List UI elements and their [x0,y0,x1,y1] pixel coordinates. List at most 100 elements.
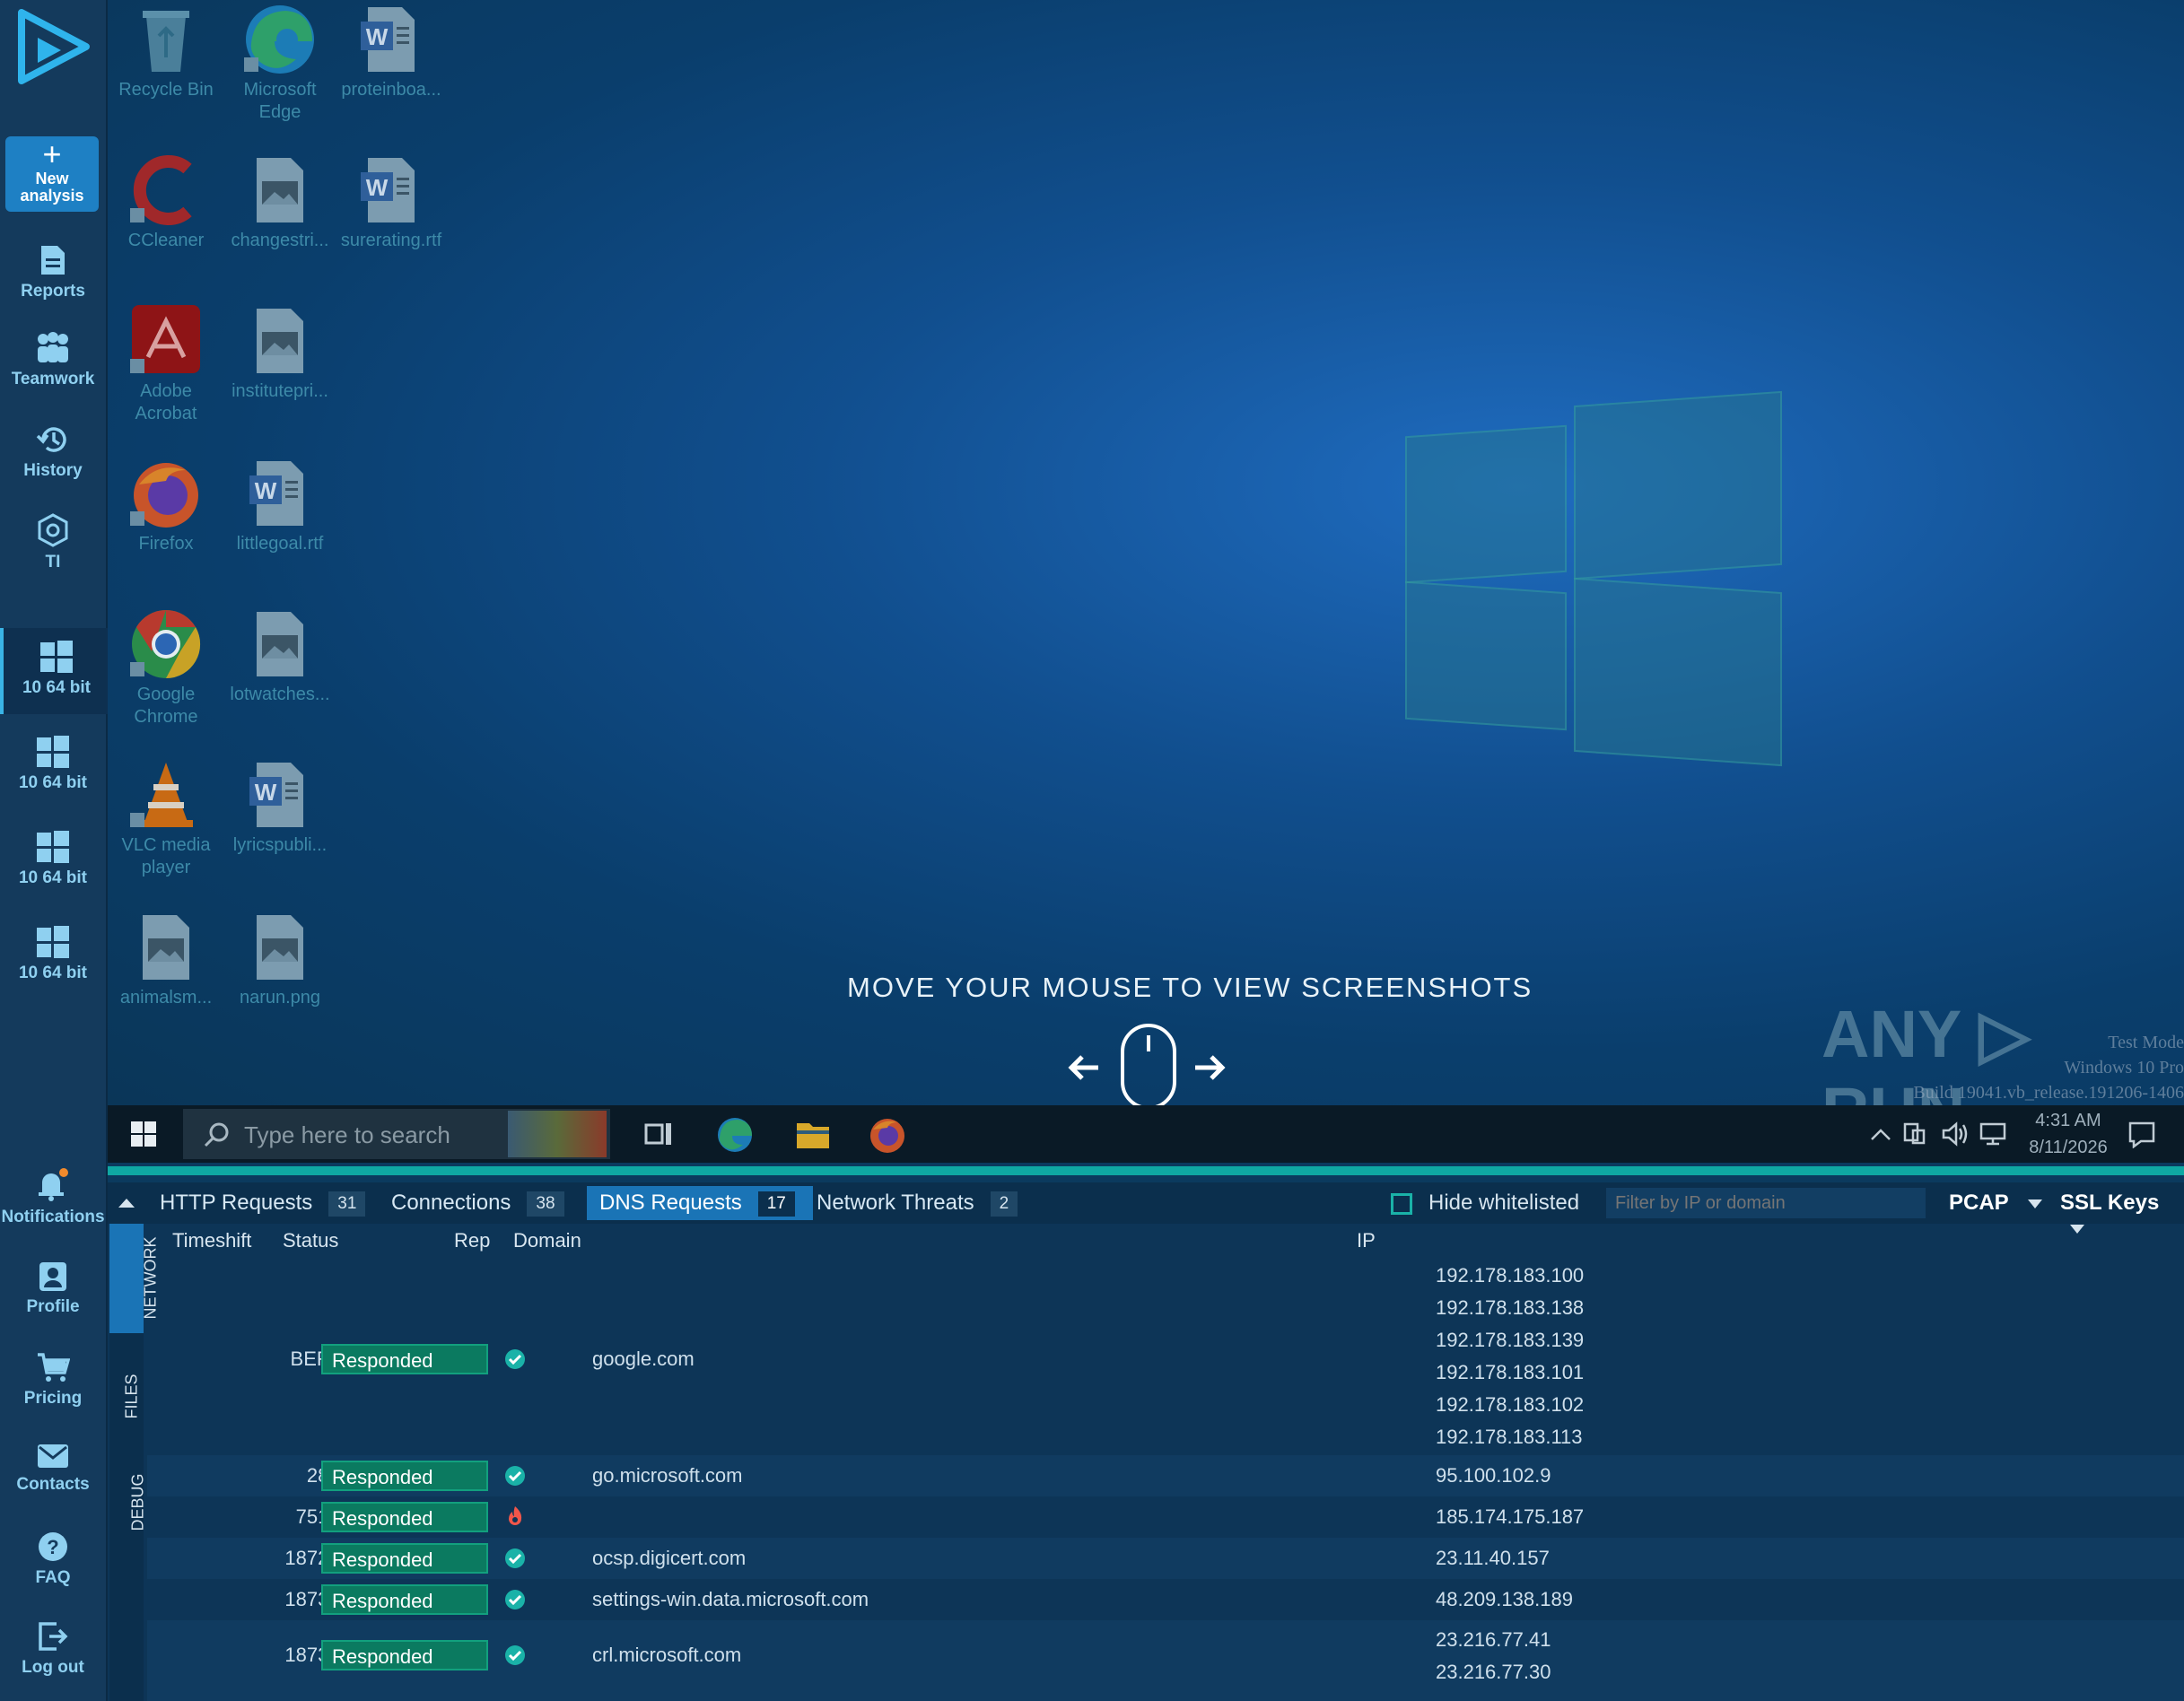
move-mouse-hint: MOVE YOUR MOUSE TO VIEW SCREENSHOTS [847,972,1533,1003]
sidebar-item-faq[interactable]: ? FAQ [0,1531,106,1588]
logout-icon [39,1622,68,1651]
desktop-icon-label: CCleaner [127,231,205,250]
profile-icon [39,1262,66,1291]
arrow-right-icon[interactable] [1193,1053,1226,1082]
volume-icon[interactable] [1942,1121,1969,1147]
windows-wallpaper-logo [1574,577,1782,767]
os-tab-4[interactable]: 10 64 bit [0,913,106,999]
desktop-icon-changestri[interactable]: changestri... [223,154,337,252]
column-header-domain[interactable]: Domain [513,1229,581,1252]
sidebar-item-teamwork[interactable]: Teamwork [0,332,106,389]
desktop-icon-institutepri[interactable]: institutepri... [223,305,337,403]
ssl-keys-dropdown[interactable]: SSL Keys [2060,1191,2184,1241]
arrow-left-icon[interactable] [1068,1053,1100,1082]
column-header-timeshift[interactable]: Timeshift [172,1229,251,1252]
firefox-taskbar-icon[interactable] [869,1116,906,1154]
vm-desktop[interactable]: Recycle Bin CCleaner Adobe Acrobat Firef… [108,0,2184,1105]
ssl-keys-label: SSL Keys [2060,1191,2160,1215]
edge-taskbar-icon[interactable] [716,1116,754,1154]
sidebar-item-reports[interactable]: Reports [0,244,106,301]
filter-input[interactable] [1606,1188,1926,1218]
desktop-icon-animalsm[interactable]: animalsm... [109,912,223,1009]
column-header-ip[interactable]: IP [1357,1229,1376,1252]
desktop-icon-adobe-acrobat[interactable]: Adobe Acrobat [109,305,223,425]
sidebar-item-history[interactable]: History [0,423,106,481]
sidebar-item-profile[interactable]: Profile [0,1261,106,1317]
taskbar-search-box[interactable]: Type here to search [183,1109,610,1159]
os-tab-2[interactable]: 10 64 bit [0,723,106,809]
desktop-icon-lotwatches[interactable]: lotwatches... [223,608,337,706]
sidebar-item-ti[interactable]: TI [0,513,106,572]
panel-divider[interactable] [108,1166,2184,1175]
status-badge: Responded [321,1584,488,1615]
side-tab-files[interactable]: FILES [109,1355,144,1435]
os-tab-label: 10 64 bit [22,678,92,697]
new-analysis-button[interactable]: + New analysis [5,136,99,212]
column-header-rep[interactable]: Rep [454,1229,490,1252]
ccleaner-icon [130,155,192,225]
row-ip: 48.209.138.189 [1436,1588,1573,1610]
table-row[interactable]: 18730 ms Responded crl.microsoft.com 23.… [147,1620,2184,1701]
desktop-icon-label: Firefox [138,534,194,554]
sidebar-item-contacts[interactable]: Contacts [0,1443,106,1495]
desktop-icon-vlc[interactable]: VLC media player [109,759,223,879]
desktop-icon-narun[interactable]: narun.png [223,912,337,1009]
os-tab-3[interactable]: 10 64 bit [0,818,106,904]
desktop-icon-recycle-bin[interactable]: Recycle Bin [109,4,223,101]
tab-connections[interactable]: Connections 38 [379,1186,589,1220]
desktop-icon-ccleaner[interactable]: CCleaner [109,154,223,252]
vlc-icon [130,763,193,827]
tab-http-requests[interactable]: HTTP Requests 31 [147,1186,371,1220]
screenshot-nav [1068,1023,1337,1105]
desktop-icon-surerating[interactable]: W surerating.rtf [334,154,449,252]
desktop-icon-lyricspubli[interactable]: W lyricspubli... [223,759,337,857]
clock-date: 8/11/2026 [2029,1138,2108,1157]
row-ip: 192.178.183.139 [1436,1329,1585,1351]
status-badge: Responded [321,1502,488,1532]
network-tray-icon[interactable] [1902,1121,1926,1147]
table-row[interactable]: BEFORE Responded google.com 192.178.183.… [147,1260,2184,1455]
table-row[interactable]: 7516 ms Responded 185.174.175.187 [147,1496,2184,1538]
tab-network-threats[interactable]: Network Threats 2 [804,1186,1041,1220]
document-icon [41,246,65,275]
desktop-icon-google-chrome[interactable]: Google Chrome [109,608,223,728]
table-row[interactable]: 18730 ms Responded settings-win.data.mic… [147,1579,2184,1620]
desktop-icon-label: animalsm... [119,988,213,1008]
collapse-chevron-up-icon[interactable] [117,1195,136,1209]
taskbar-clock[interactable]: 4:31 AM 8/11/2026 [2019,1107,2118,1161]
os-tab-label: 10 64 bit [18,964,88,982]
side-tab-network[interactable]: NETWORK [109,1224,160,1333]
sidebar-item-label: Contacts [16,1475,90,1494]
check-circle-icon [505,1590,525,1609]
sidebar-item-label: Teamwork [11,370,95,388]
desktop-icon-firefox[interactable]: Firefox [109,458,223,555]
sidebar-item-pricing[interactable]: Pricing [0,1351,106,1409]
file-explorer-icon[interactable] [795,1118,831,1150]
display-tray-icon[interactable] [1979,1121,2006,1147]
desktop-icon-proteinboa[interactable]: W proteinboa... [334,4,449,101]
side-tab-debug[interactable]: DEBUG [109,1452,147,1550]
table-row[interactable]: 18729 ms Responded ocsp.digicert.com 23.… [147,1538,2184,1579]
row-ip: 192.178.183.113 [1436,1426,1583,1448]
sidebar-item-logout[interactable]: Log out [0,1620,106,1678]
sidebar-item-notifications[interactable]: Notifications [0,1168,106,1227]
os-tab-1[interactable]: 10 64 bit [0,628,109,714]
column-header-status[interactable]: Status [283,1229,338,1252]
desktop-icon-label: Recycle Bin [118,80,214,100]
row-ip: 185.174.175.187 [1436,1505,1585,1528]
build-label: Build 19041.vb_release.191206-1406 [1913,1083,2184,1103]
anyrun-logo-icon[interactable] [11,5,95,90]
desktop-icon-microsoft-edge[interactable]: Microsoft Edge [223,4,337,124]
history-icon [36,427,66,452]
table-row[interactable]: 282 ms Responded go.microsoft.com 95.100… [147,1455,2184,1496]
recycle-bin-icon [143,11,189,72]
pcap-dropdown[interactable]: PCAP [1949,1191,2043,1216]
row-ip-list: 23.216.77.41 23.216.77.30 [1436,1624,1551,1688]
windows-start-icon[interactable] [131,1121,156,1147]
task-view-icon[interactable] [644,1121,673,1147]
tab-dns-requests[interactable]: DNS Requests 17 [587,1186,813,1220]
hide-whitelisted-checkbox[interactable] [1391,1193,1412,1215]
action-center-icon[interactable] [2128,1121,2155,1148]
desktop-icon-littlegoal[interactable]: W littlegoal.rtf [223,458,337,555]
tray-chevron-up-icon[interactable] [1870,1127,1891,1141]
